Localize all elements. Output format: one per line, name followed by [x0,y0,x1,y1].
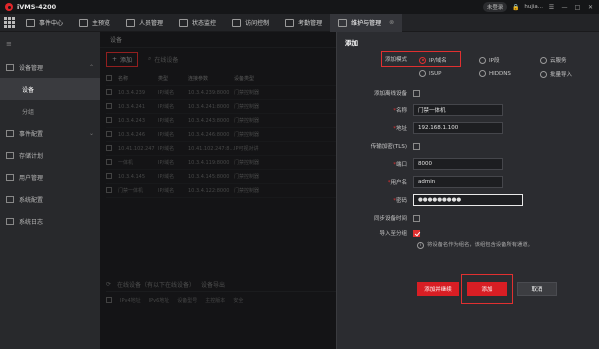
modal-overlay [100,32,336,349]
password-label: 密码 [395,198,407,204]
tab-access-control[interactable]: 访问控制 [224,14,277,32]
access-icon [232,18,242,27]
monitor-icon [179,18,189,27]
sidebar-item-storage[interactable]: 存储计划 [0,144,100,166]
user-icon [6,173,14,181]
gear-icon [6,195,14,203]
add-and-continue-button[interactable]: 添加并继续 [417,282,459,296]
event-icon [26,18,35,27]
module-grid-button[interactable] [0,14,18,32]
tls-label: 传输加密(TLS) [370,144,407,150]
login-status-badge[interactable]: 未登录 [482,2,508,12]
import-group-label: 导入至分组 [379,231,407,237]
cancel-button[interactable]: 取消 [517,282,557,296]
sidebar-item-users[interactable]: 用户管理 [0,166,100,188]
person-icon [126,18,136,27]
device-icon [6,63,14,71]
username-label: 用户名 [390,180,407,186]
tab-close-icon[interactable]: ⊗ [389,19,394,26]
mode-label: 添加模式 [384,57,407,63]
mode-cloud-radio[interactable]: 云服务 [540,56,567,64]
username-field[interactable]: admin [413,176,503,188]
sidebar-item-group[interactable]: 分组 [0,100,100,122]
address-label: 地址 [395,126,407,132]
import-group-hint: 将设备名作为组名，该组包含设备所有通道。 [427,242,533,248]
chevron-up-icon: ⌃ [88,63,94,71]
maintenance-icon [338,18,348,27]
import-group-checkbox[interactable] [413,229,420,237]
add-button[interactable]: 添加 [467,282,507,296]
password-field[interactable]: ●●●●●●●●● [413,194,523,206]
add-device-dialog: 添加 添加模式 IP/域名 IP段 云服务 ISUP HIDDNS 批量导入 添… [336,32,599,349]
module-tab-bar: 事件中心 主预览 人员管理 状态监控 访问控制 考勤管理 维护与管理 ⊗ [0,13,599,32]
info-icon: i [417,242,424,249]
app-logo-icon [5,3,13,11]
title-bar: iVMS-4200 未登录 🔒 hujia... ☰ — □ ✕ [0,0,599,14]
tls-checkbox[interactable] [413,142,420,150]
chevron-down-icon: ⌄ [88,129,94,137]
sidebar-collapse-icon[interactable]: ≡ [0,32,100,56]
tab-event-center[interactable]: 事件中心 [18,14,71,32]
log-icon [6,217,14,225]
tab-attendance[interactable]: 考勤管理 [277,14,330,32]
attendance-icon [285,18,295,27]
tab-status-monitor[interactable]: 状态监控 [171,14,224,32]
app-title: iVMS-4200 [17,3,57,11]
mode-ip-segment-radio[interactable]: IP段 [479,56,499,64]
mode-isup-radio[interactable]: ISUP [419,70,441,77]
preview-icon [79,18,89,27]
sidebar-item-system-config[interactable]: 系统配置 [0,188,100,210]
menu-icon[interactable]: ☰ [547,3,556,12]
sync-time-label: 同步设备时间 [373,216,407,222]
sync-time-checkbox[interactable] [413,214,420,222]
name-label: 名称 [395,108,407,114]
tab-maintenance[interactable]: 维护与管理 ⊗ [330,13,403,32]
minimize-icon[interactable]: — [560,3,569,12]
sidebar-item-device-management[interactable]: 设备管理 ⌃ [0,56,100,78]
sidebar-item-event-config[interactable]: 事件配置 ⌄ [0,122,100,144]
port-field[interactable]: 8000 [413,158,503,170]
user-name[interactable]: hujia... [524,4,543,10]
address-field[interactable]: 192.168.1.100 [413,122,503,134]
mode-ip-domain-radio[interactable]: IP/域名 [419,56,447,64]
maximize-icon[interactable]: □ [573,3,582,12]
sidebar-item-device[interactable]: 设备 [0,78,100,100]
lock-icon[interactable]: 🔒 [511,3,520,12]
sidebar-item-system-log[interactable]: 系统日志 [0,210,100,232]
dialog-title: 添加 [345,39,358,47]
mode-batch-import-radio[interactable]: 批量导入 [540,70,572,78]
tab-main-preview[interactable]: 主预览 [71,14,118,32]
close-icon[interactable]: ✕ [586,3,595,12]
tab-person-management[interactable]: 人员管理 [118,14,171,32]
sidebar: ≡ 设备管理 ⌃ 设备 分组 事件配置 ⌄ 存储计划 用户管理 系统配置 系统日志 [0,32,100,349]
grid-icon [3,17,15,28]
port-label: 端口 [395,162,407,168]
name-field[interactable]: 门禁一体机 [413,104,503,116]
offline-label: 添加离线设备 [373,91,407,97]
offline-checkbox[interactable] [413,89,420,97]
mode-hiddns-radio[interactable]: HIDDNS [479,70,511,77]
event-config-icon [6,129,14,137]
storage-icon [6,151,14,159]
